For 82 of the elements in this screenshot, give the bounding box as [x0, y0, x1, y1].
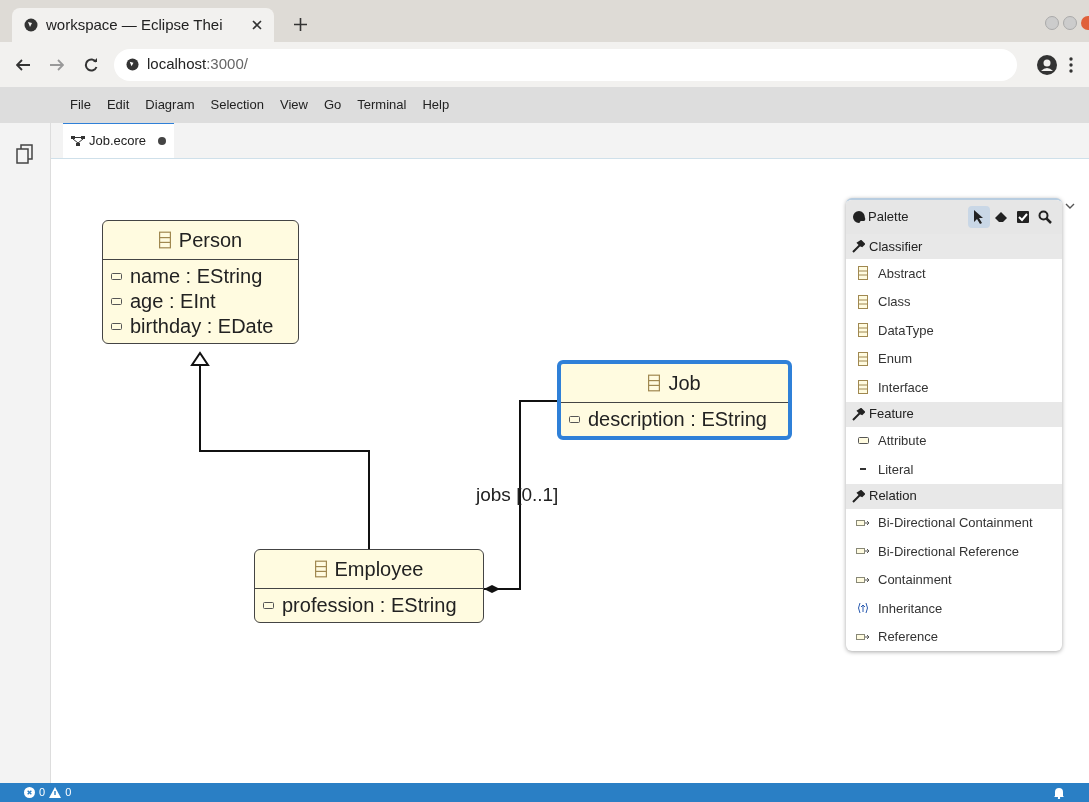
reload-icon[interactable]: [84, 57, 98, 72]
menu-item[interactable]: Edit: [98, 95, 138, 115]
reference-icon: [856, 547, 870, 556]
error-count: 0: [39, 785, 46, 801]
attribute-icon: [111, 298, 122, 305]
reference-icon: [856, 632, 870, 641]
reference-icon: [856, 575, 870, 584]
tab-title: workspace — Eclipse Thei: [46, 14, 224, 35]
palette-title: Palette: [868, 208, 910, 227]
close-icon[interactable]: [252, 20, 262, 30]
menu-item[interactable]: Selection: [202, 95, 272, 115]
menu-item[interactable]: Go: [315, 95, 350, 115]
attribute-label: name : EString: [130, 264, 263, 289]
palette-item[interactable]: Abstract: [846, 259, 1062, 288]
menu-item[interactable]: View: [271, 95, 316, 115]
hammer-icon: [852, 407, 865, 421]
reference-icon: [856, 518, 870, 527]
class-node[interactable]: Job description : EString: [557, 360, 792, 440]
class-node[interactable]: Employee profession : EString: [254, 549, 484, 623]
attribute-label: age : EInt: [130, 289, 216, 314]
class-icon: [858, 266, 868, 281]
class-name: Job: [668, 371, 701, 396]
palette-item[interactable]: Reference: [846, 622, 1062, 651]
palette-item[interactable]: Literal: [846, 455, 1062, 484]
attribute-icon: [263, 602, 274, 609]
class-icon: [858, 323, 868, 338]
attribute-label: profession : EString: [282, 593, 457, 618]
inheritance-icon: [857, 602, 869, 615]
class-icon: [314, 560, 327, 578]
menu-item[interactable]: Diagram: [137, 95, 203, 115]
class-icon: [858, 294, 868, 309]
profile-icon[interactable]: [1037, 54, 1057, 75]
hammer-icon: [852, 240, 865, 253]
palette-item[interactable]: Containment: [846, 565, 1062, 594]
palette-item[interactable]: Enum: [846, 344, 1062, 373]
globe-icon: [126, 58, 139, 71]
menu-item[interactable]: Terminal: [349, 95, 415, 115]
attribute-icon: [857, 437, 869, 445]
plus-icon[interactable]: [294, 18, 307, 31]
back-icon[interactable]: [16, 58, 30, 71]
menu-item[interactable]: File: [62, 95, 99, 115]
browser-tab[interactable]: workspace — Eclipse Thei: [12, 8, 274, 42]
class-icon: [158, 231, 171, 249]
attribute-icon: [569, 416, 580, 423]
class-icon: [858, 380, 868, 395]
chevron-down-icon[interactable]: [1065, 203, 1075, 209]
palette-item[interactable]: Bi-Directional Containment: [846, 508, 1062, 537]
editor-tab[interactable]: Job.ecore: [63, 123, 175, 158]
error-icon[interactable]: [24, 787, 35, 798]
class-icon: [648, 374, 661, 392]
hammer-icon: [852, 489, 865, 503]
palette-item[interactable]: DataType: [846, 316, 1062, 345]
palette-item[interactable]: Inheritance: [846, 594, 1062, 623]
warning-count: 0: [65, 785, 72, 801]
class-name: Employee: [334, 557, 424, 582]
palette-item[interactable]: Bi-Directional Reference: [846, 537, 1062, 566]
close-window-button[interactable]: [1081, 16, 1089, 30]
diagram-icon: [71, 136, 85, 146]
class-icon: [858, 351, 868, 366]
inheritance-edge[interactable]: [190, 351, 370, 550]
attribute-label: description : EString: [588, 407, 767, 432]
palette-item[interactable]: Interface: [846, 373, 1062, 402]
warning-icon[interactable]: [49, 787, 62, 798]
attribute-icon: [111, 273, 122, 280]
class-node[interactable]: Person name : EString age : EInt birthday : EDate: [102, 220, 299, 344]
attribute-icon: [111, 323, 122, 330]
more-icon[interactable]: [1069, 56, 1073, 73]
globe-icon: [24, 18, 38, 32]
palette-item[interactable]: Class: [846, 287, 1062, 316]
address-bar[interactable]: localhost:3000/: [114, 48, 1017, 81]
menu-item[interactable]: Help: [414, 95, 458, 115]
tab-label: Job.ecore: [89, 132, 147, 151]
class-name: Person: [178, 228, 243, 253]
palette-group-header[interactable]: Feature: [846, 401, 1062, 427]
address-text: localhost:3000/: [147, 54, 248, 75]
files-icon[interactable]: [15, 143, 35, 165]
bell-icon[interactable]: [1053, 786, 1065, 799]
palette-group-header[interactable]: Classifier: [846, 234, 1062, 259]
palette-item[interactable]: Attribute: [846, 426, 1062, 455]
attribute-label: birthday : EDate: [130, 314, 274, 339]
palette-group-header[interactable]: Relation: [846, 483, 1062, 509]
pointer-icon[interactable]: [968, 206, 990, 228]
